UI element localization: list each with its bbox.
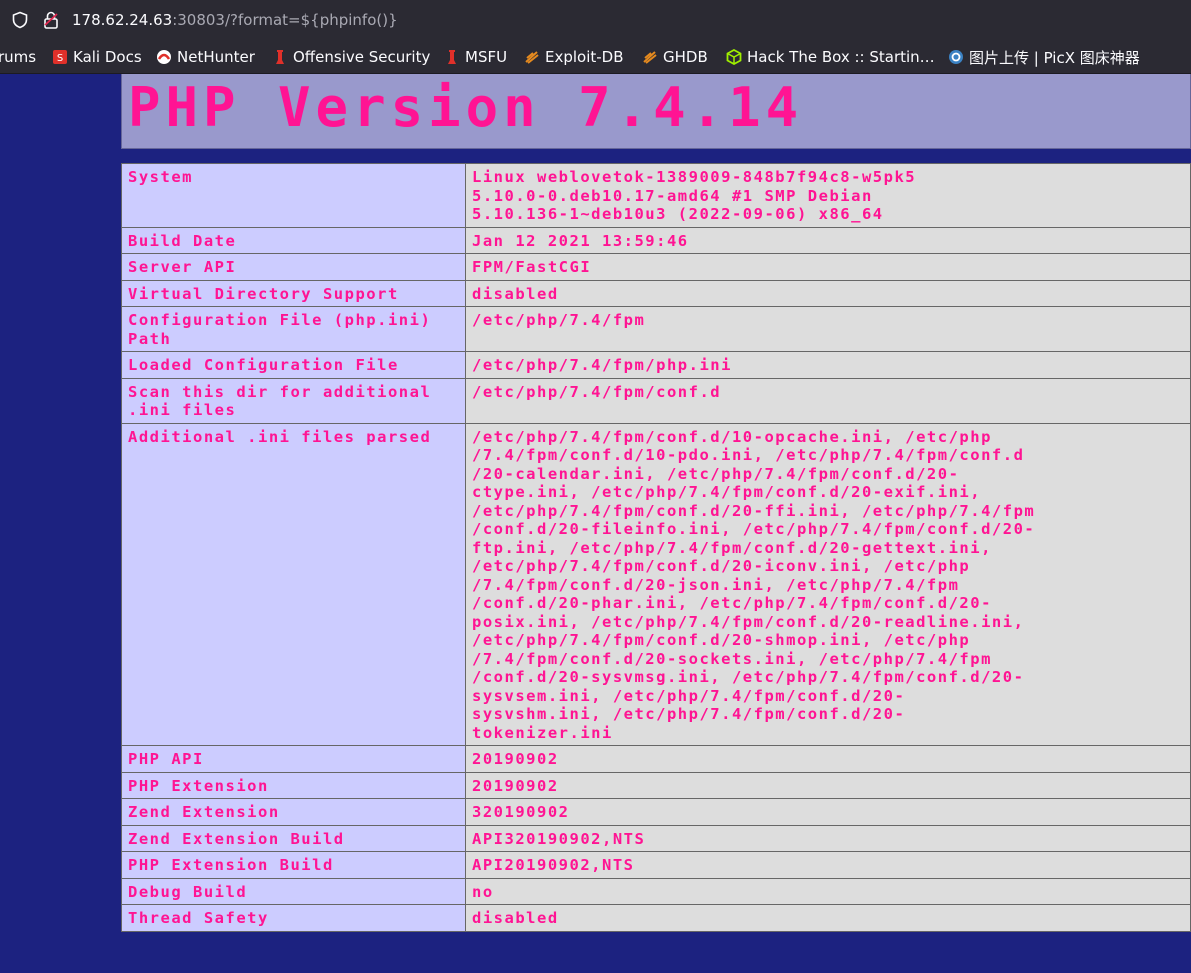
bookmark-offensive-security[interactable]: Offensive Security — [272, 47, 430, 67]
row-key: Scan this dir for additional .ini files — [121, 377, 466, 424]
row-value: no — [465, 877, 1191, 905]
ghdb-icon — [642, 49, 658, 65]
row-key: PHP API — [121, 745, 466, 773]
table-row: PHP Extension 20190902 — [121, 771, 1191, 799]
row-key: Debug Build — [121, 877, 466, 905]
offensive-security-icon — [272, 49, 288, 65]
row-key: Configuration File (php.ini) Path — [121, 306, 466, 352]
svg-text:S: S — [57, 53, 63, 64]
table-row: System Linux weblovetok-1389009-848b7f94c… — [121, 163, 1191, 228]
row-key: Virtual Directory Support — [121, 279, 466, 307]
row-value: 20190902 — [465, 771, 1191, 799]
table-row: Server API FPM/FastCGI — [121, 253, 1191, 281]
bookmark-label: Offensive Security — [293, 48, 431, 66]
php-version-header: PHP Version 7.4.14 — [121, 74, 1191, 149]
bookmark-label: MSFU — [465, 48, 508, 66]
table-row: Scan this dir for additional .ini files /… — [121, 377, 1191, 424]
bookmark-ghdb[interactable]: GHDB — [642, 47, 708, 67]
row-value: API320190902,NTS — [465, 824, 1191, 852]
row-value: /etc/php/7.4/fpm/php.ini — [465, 351, 1191, 379]
row-value: /etc/php/7.4/fpm/conf.d/10-opcache.ini, … — [465, 422, 1191, 746]
row-value: /etc/php/7.4/fpm/conf.d — [465, 377, 1191, 424]
picx-icon — [948, 49, 964, 65]
row-value: disabled — [465, 904, 1191, 932]
table-row: Configuration File (php.ini) Path/etc/ph… — [121, 306, 1191, 352]
hackthebox-icon — [726, 48, 742, 66]
table-row: PHP API 20190902 — [121, 745, 1191, 773]
row-key: Additional .ini files parsed — [121, 422, 466, 746]
php-info-table: System Linux weblovetok-1389009-848b7f94c… — [121, 163, 1191, 932]
url-bar[interactable]: 178.62.24.63:30803/?format=${phpinfo()} — [0, 0, 1191, 40]
bookmarks-toolbar: rums S Kali Docs NetHunter Offensive Sec… — [0, 40, 1191, 74]
table-row: Build Date Jan 12 2021 13:59:46 — [121, 226, 1191, 254]
url-host: 178.62.24.63 — [72, 11, 173, 29]
bookmark-label: Hack The Box :: Startin… — [747, 48, 935, 66]
row-value: /etc/php/7.4/fpm — [465, 306, 1191, 352]
bookmark-hackthebox[interactable]: Hack The Box :: Startin… — [726, 47, 935, 67]
lock-icon[interactable] — [42, 10, 60, 30]
kali-docs-icon: S — [52, 49, 68, 65]
row-value: Jan 12 2021 13:59:46 — [465, 226, 1191, 254]
row-key: Loaded Configuration File — [121, 351, 466, 379]
bookmark-label: 图片上传 | PicX 图床神器 — [969, 48, 1140, 67]
msfu-icon — [444, 49, 460, 65]
row-value: 20190902 — [465, 745, 1191, 773]
table-row: Zend Extension Build API320190902,NTS — [121, 824, 1191, 852]
row-value: API20190902,NTS — [465, 851, 1191, 879]
row-key: PHP Extension Build — [121, 851, 466, 879]
row-key: Thread Safety — [121, 904, 466, 932]
table-row: Thread Safety disabled — [121, 904, 1191, 932]
bookmark-label: NetHunter — [177, 48, 255, 66]
bookmark-msfu[interactable]: MSFU — [444, 47, 507, 67]
url-path: :30803/?format=${phpinfo()} — [172, 11, 398, 29]
nethunter-icon — [156, 49, 172, 65]
shield-icon[interactable] — [11, 11, 29, 29]
table-row: Zend Extension 320190902 — [121, 798, 1191, 826]
bookmark-label: GHDB — [663, 48, 708, 66]
row-key: System — [121, 163, 466, 228]
row-key: Build Date — [121, 226, 466, 254]
row-key: Zend Extension Build — [121, 824, 466, 852]
page-title: PHP Version 7.4.14 — [128, 76, 804, 139]
page-content: PHP Version 7.4.14 System Linux webloveto… — [0, 74, 1191, 973]
bookmark-exploit-db[interactable]: Exploit-DB — [524, 47, 624, 67]
row-key: Zend Extension — [121, 798, 466, 826]
bookmark-forums[interactable]: rums — [0, 47, 36, 67]
row-value: FPM/FastCGI — [465, 253, 1191, 281]
table-row: Additional .ini files parsed/etc/php/7.4… — [121, 422, 1191, 746]
row-key: PHP Extension — [121, 771, 466, 799]
exploit-db-icon — [524, 49, 540, 65]
row-value: disabled — [465, 279, 1191, 307]
table-row: PHP Extension Build API20190902,NTS — [121, 851, 1191, 879]
table-row: Virtual Directory Support disabled — [121, 279, 1191, 307]
table-row: Loaded Configuration File/etc/php/7.4/fp… — [121, 351, 1191, 379]
row-value: Linux weblovetok-1389009-848b7f94c8-w5pk… — [465, 163, 1191, 228]
table-row: Debug Build no — [121, 877, 1191, 905]
bookmark-label: Exploit-DB — [545, 48, 624, 66]
bookmark-kali-docs[interactable]: S Kali Docs — [52, 47, 142, 67]
row-value: 320190902 — [465, 798, 1191, 826]
row-key: Server API — [121, 253, 466, 281]
bookmark-label: Kali Docs — [73, 48, 142, 66]
bookmark-label: rums — [0, 48, 37, 66]
url-field[interactable]: 178.62.24.63:30803/?format=${phpinfo()} — [72, 10, 398, 30]
bookmark-nethunter[interactable]: NetHunter — [156, 47, 255, 67]
bookmark-picx[interactable]: 图片上传 | PicX 图床神器 — [948, 47, 1140, 67]
